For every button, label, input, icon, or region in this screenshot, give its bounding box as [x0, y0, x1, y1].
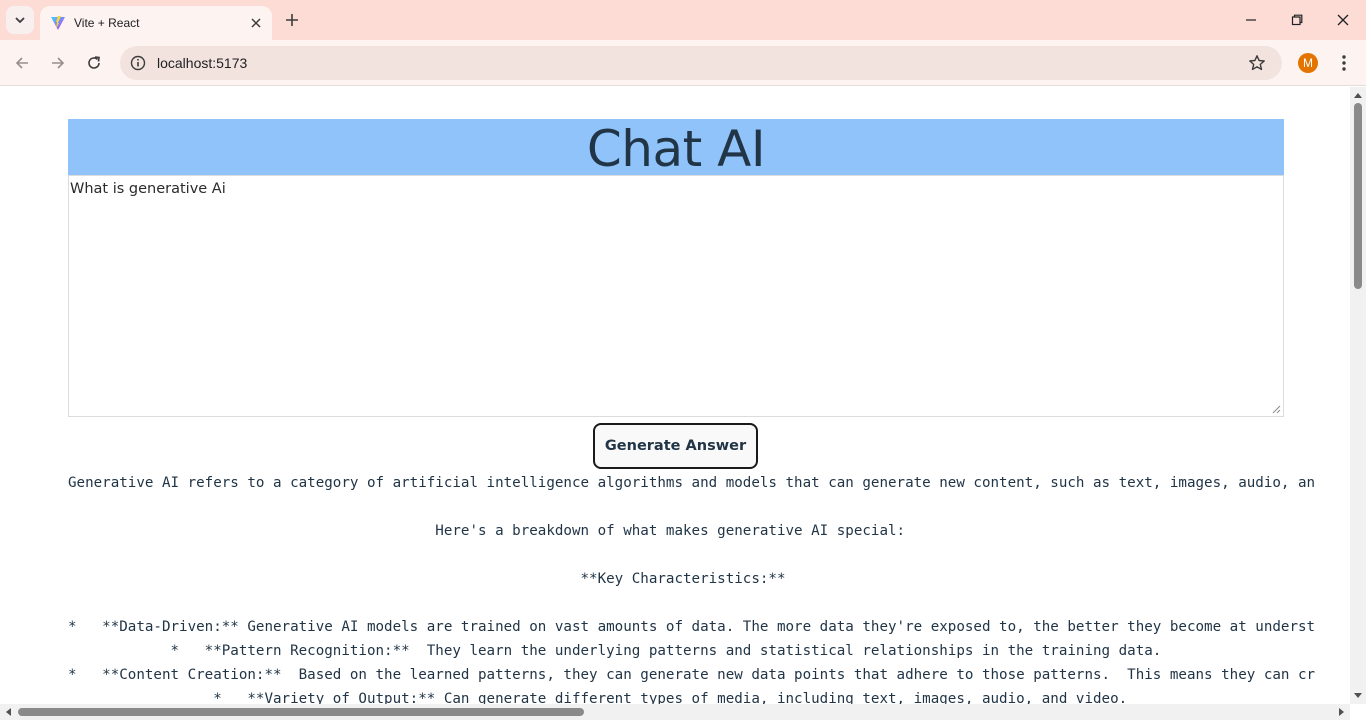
- more-vertical-icon: [1342, 55, 1346, 71]
- resize-handle-icon[interactable]: [1272, 405, 1281, 414]
- vertical-scroll-thumb[interactable]: [1354, 103, 1362, 289]
- page-header: Chat AI: [68, 119, 1284, 178]
- bookmark-star-icon[interactable]: [1242, 48, 1272, 78]
- minimize-icon: [1246, 19, 1256, 21]
- reload-button[interactable]: [80, 49, 108, 77]
- close-icon: [1337, 14, 1349, 26]
- vite-logo-icon: [50, 15, 66, 31]
- browser-menu-button[interactable]: [1332, 49, 1356, 77]
- address-bar[interactable]: localhost:5173: [120, 46, 1282, 80]
- tab-title: Vite + React: [74, 16, 140, 30]
- scroll-left-arrow-icon[interactable]: [1, 705, 15, 719]
- tab-search-button[interactable]: [6, 6, 34, 34]
- arrow-right-icon: [52, 57, 65, 69]
- restore-button[interactable]: [1274, 0, 1320, 40]
- page-viewport: Chat AI What is generative Ai Generate A…: [0, 87, 1350, 704]
- page-title: Chat AI: [586, 120, 766, 178]
- window-close-button[interactable]: [1320, 0, 1366, 40]
- answer-line: **Key Characteristics:**: [68, 571, 786, 587]
- answer-line: * **Variety of Output:** Can generate di…: [68, 691, 1128, 704]
- question-textarea[interactable]: What is generative Ai: [68, 175, 1284, 417]
- chevron-down-icon: [15, 17, 25, 24]
- answer-line: Here's a breakdown of what makes generat…: [68, 523, 906, 539]
- answer-line: Generative AI refers to a category of ar…: [68, 475, 1316, 491]
- url-text[interactable]: localhost:5173: [157, 55, 1242, 71]
- generate-answer-button[interactable]: Generate Answer: [593, 423, 758, 469]
- restore-icon: [1291, 14, 1303, 26]
- plus-icon: [286, 14, 298, 26]
- minimize-button[interactable]: [1228, 0, 1274, 40]
- scroll-right-arrow-icon[interactable]: [1335, 705, 1349, 719]
- tab-strip: Vite + React: [0, 0, 1366, 40]
- profile-avatar[interactable]: M: [1298, 53, 1318, 73]
- tab-active[interactable]: Vite + React: [40, 6, 272, 40]
- back-button[interactable]: [8, 49, 36, 77]
- forward-button[interactable]: [44, 49, 72, 77]
- scroll-up-arrow-icon[interactable]: [1351, 88, 1365, 102]
- horizontal-scrollbar[interactable]: [0, 704, 1350, 720]
- answer-line: * **Pattern Recognition:** They learn th…: [68, 643, 1162, 659]
- vertical-scrollbar[interactable]: [1350, 87, 1366, 704]
- reload-icon: [88, 56, 100, 69]
- browser-toolbar: localhost:5173 M: [0, 40, 1366, 86]
- answer-line: * **Content Creation:** Based on the lea…: [68, 667, 1316, 683]
- close-icon[interactable]: [244, 11, 268, 35]
- horizontal-scroll-thumb[interactable]: [18, 708, 584, 716]
- arrow-left-icon: [15, 57, 28, 69]
- answer-line: * **Data-Driven:** Generative AI models …: [68, 619, 1316, 635]
- new-tab-button[interactable]: [280, 8, 304, 32]
- scroll-down-arrow-icon[interactable]: [1351, 689, 1365, 703]
- site-info-icon[interactable]: [123, 48, 153, 78]
